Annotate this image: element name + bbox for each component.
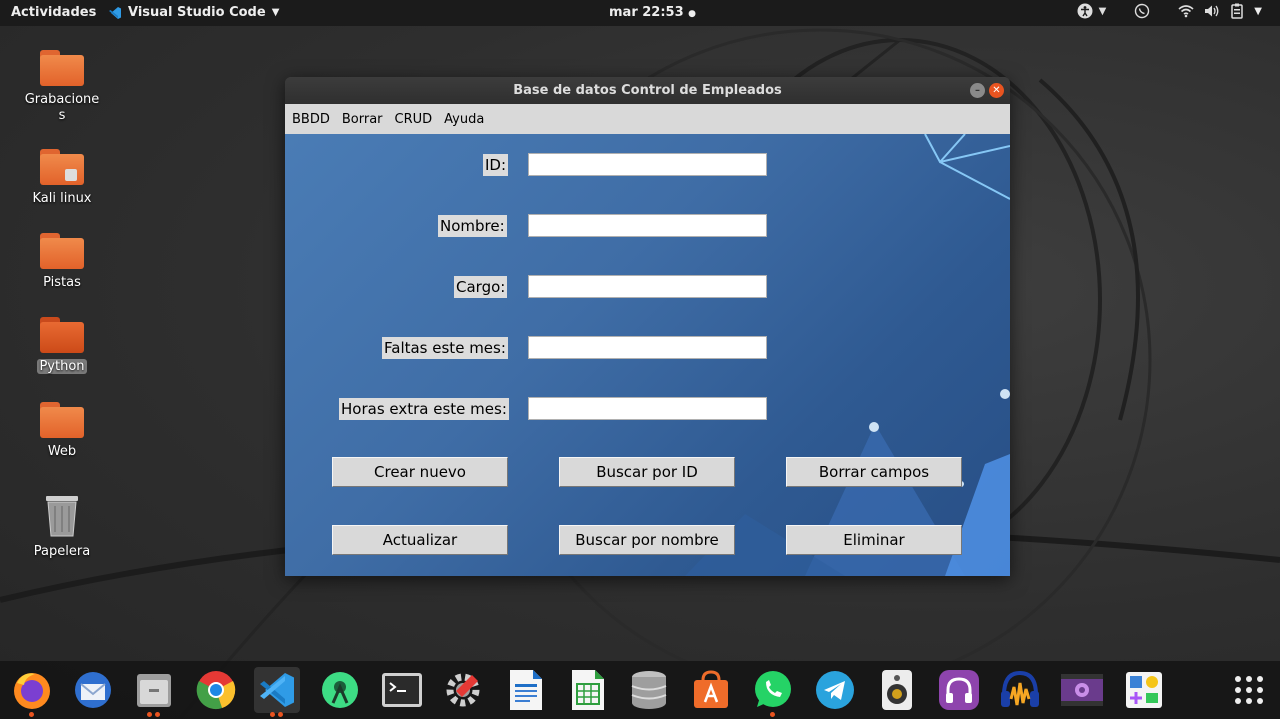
window-title: Base de datos Control de Empleados bbox=[513, 83, 782, 98]
android-studio-icon[interactable] bbox=[317, 667, 363, 713]
label-nombre: Nombre: bbox=[438, 215, 507, 237]
firefox-icon[interactable] bbox=[9, 667, 55, 717]
close-icon[interactable]: ✕ bbox=[989, 83, 1004, 98]
app-menu-label: Visual Studio Code bbox=[128, 5, 266, 20]
label-faltas: Faltas este mes: bbox=[382, 337, 508, 359]
desktop-icon-label: Grabacione s bbox=[24, 92, 100, 123]
chevron-down-icon[interactable]: ▼ bbox=[1254, 6, 1262, 17]
nombre-field[interactable] bbox=[528, 214, 767, 237]
video-icon[interactable] bbox=[1059, 667, 1105, 713]
notification-dot-icon: ● bbox=[688, 9, 697, 19]
lock-icon bbox=[65, 169, 77, 181]
menu-borrar[interactable]: Borrar bbox=[342, 112, 383, 127]
menu-crud[interactable]: CRUD bbox=[395, 112, 433, 127]
update-button[interactable]: Actualizar bbox=[332, 525, 508, 555]
folder-icon bbox=[40, 233, 84, 269]
trash-icon bbox=[46, 496, 78, 537]
accessibility-icon[interactable]: ▼ bbox=[1077, 3, 1107, 19]
terminal-icon[interactable] bbox=[379, 667, 425, 713]
label-cargo: Cargo: bbox=[454, 276, 508, 298]
apps-misc-icon[interactable] bbox=[1121, 667, 1167, 713]
menu-bar: BBDD Borrar CRUD Ayuda bbox=[285, 104, 1010, 134]
desktop-folder-python[interactable]: Python bbox=[22, 317, 102, 375]
folder-icon bbox=[40, 50, 84, 86]
delete-button[interactable]: Eliminar bbox=[786, 525, 962, 555]
window-titlebar[interactable]: Base de datos Control de Empleados – ✕ bbox=[285, 77, 1010, 104]
label-horas-extra: Horas extra este mes: bbox=[339, 398, 509, 420]
menu-ayuda[interactable]: Ayuda bbox=[444, 112, 484, 127]
clock[interactable]: mar 22:53 ● bbox=[609, 5, 696, 20]
show-apps-grid-icon[interactable] bbox=[1226, 667, 1272, 713]
settings-tools-icon[interactable] bbox=[440, 667, 486, 713]
cargo-field[interactable] bbox=[528, 275, 767, 298]
desktop-icon-label: Python bbox=[22, 359, 102, 375]
menu-bbdd[interactable]: BBDD bbox=[292, 112, 330, 127]
vscode-small-icon bbox=[109, 6, 121, 19]
speaker-icon[interactable] bbox=[874, 667, 920, 713]
dock bbox=[0, 661, 1280, 719]
battery-clipboard-icon[interactable] bbox=[1230, 3, 1244, 19]
horas-extra-field[interactable] bbox=[528, 397, 767, 420]
desktop-icon-label: Kali linux bbox=[32, 191, 92, 206]
desktop-icon-label: Pistas bbox=[43, 275, 81, 290]
libreoffice-calc-icon[interactable] bbox=[565, 667, 611, 713]
thunderbird-icon[interactable] bbox=[70, 667, 116, 713]
folder-icon bbox=[40, 317, 84, 353]
files-icon[interactable] bbox=[131, 667, 177, 717]
id-field[interactable] bbox=[528, 153, 767, 176]
headphones-icon[interactable] bbox=[936, 667, 982, 713]
software-store-icon[interactable] bbox=[688, 667, 734, 713]
audacity-icon[interactable] bbox=[997, 667, 1043, 713]
volume-icon[interactable] bbox=[1204, 4, 1220, 18]
desktop-folder-web[interactable]: Web bbox=[22, 402, 102, 460]
activities-button[interactable]: Actividades bbox=[11, 5, 96, 20]
clock-label: mar 22:53 bbox=[609, 5, 684, 20]
desktop-icon-label-text: Python bbox=[37, 359, 87, 374]
app-window: Base de datos Control de Empleados – ✕ B… bbox=[285, 77, 1010, 576]
search-id-button[interactable]: Buscar por ID bbox=[559, 457, 735, 487]
system-tray: ▼ ▼ bbox=[1077, 3, 1262, 19]
label-id: ID: bbox=[483, 154, 509, 176]
database-icon[interactable] bbox=[626, 667, 672, 713]
desktop-folder-grabaciones[interactable]: Grabacione s bbox=[22, 50, 102, 124]
telegram-icon[interactable] bbox=[812, 667, 858, 713]
chevron-down-icon: ▼ bbox=[271, 7, 280, 18]
minimize-icon[interactable]: – bbox=[970, 83, 985, 98]
folder-icon bbox=[40, 402, 84, 438]
app-menu[interactable]: Visual Studio Code ▼ bbox=[108, 5, 279, 20]
wifi-icon[interactable] bbox=[1178, 4, 1194, 18]
whatsapp-tray-icon[interactable] bbox=[1134, 3, 1150, 19]
form-area: ID: Nombre: Cargo: Faltas este mes: Hora… bbox=[285, 134, 1010, 576]
desktop-folder-kali-linux[interactable]: Kali linux bbox=[22, 149, 102, 207]
whatsapp-icon[interactable] bbox=[750, 667, 796, 717]
desktop-folder-pistas[interactable]: Pistas bbox=[22, 233, 102, 291]
chevron-down-icon: ▼ bbox=[1098, 5, 1107, 17]
desktop-icon-label: Papelera bbox=[33, 544, 91, 559]
locked-folder-icon bbox=[40, 149, 84, 185]
libreoffice-writer-icon[interactable] bbox=[503, 667, 549, 713]
faltas-field[interactable] bbox=[528, 336, 767, 359]
desktop-trash[interactable]: Papelera bbox=[22, 494, 102, 560]
top-bar: Actividades Visual Studio Code ▼ mar 22:… bbox=[0, 0, 1280, 26]
desktop-icon-label: Web bbox=[47, 444, 77, 459]
vscode-icon[interactable] bbox=[254, 667, 300, 717]
search-name-button[interactable]: Buscar por nombre bbox=[559, 525, 735, 555]
chrome-icon[interactable] bbox=[193, 667, 239, 713]
create-button[interactable]: Crear nuevo bbox=[332, 457, 508, 487]
clear-fields-button[interactable]: Borrar campos bbox=[786, 457, 962, 487]
